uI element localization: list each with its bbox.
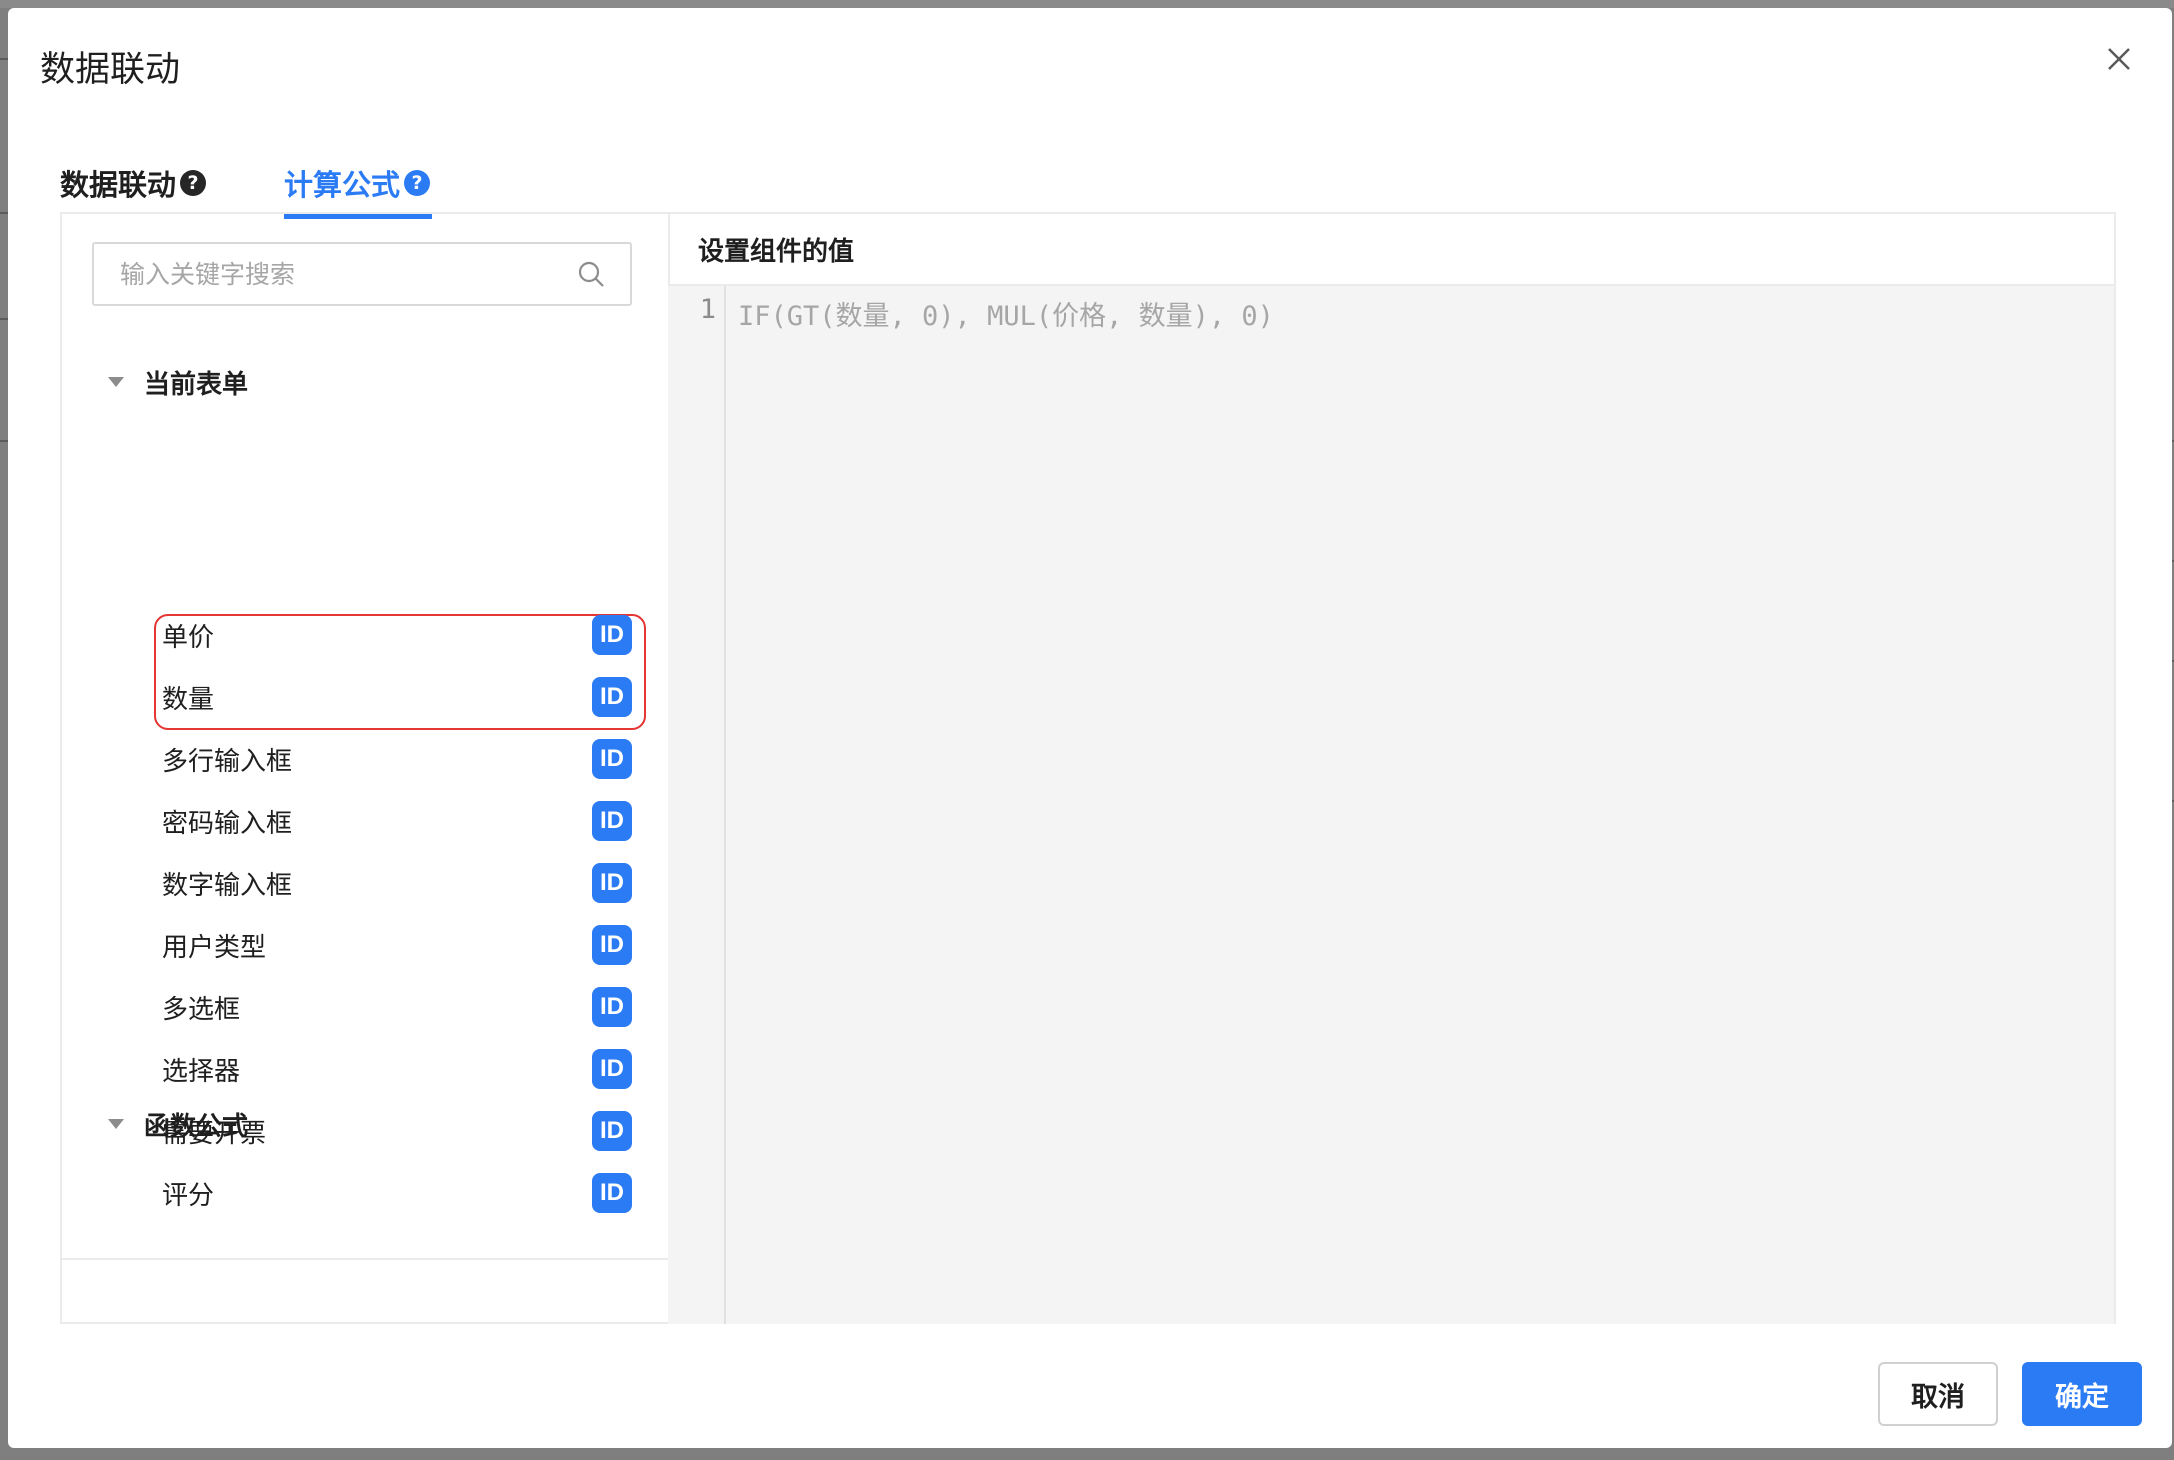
formula-code[interactable]: IF(GT(数量, 0), MUL(价格, 数量), 0)	[738, 294, 1274, 333]
tab-data-linkage[interactable]: 数据联动 ?	[60, 148, 207, 218]
field-item[interactable]: 多选框 ID	[162, 976, 632, 1038]
field-label: 密码输入框	[162, 808, 293, 839]
id-badge[interactable]: ID	[592, 739, 632, 779]
field-label: 多行输入框	[162, 746, 293, 777]
tab-calculation-formula[interactable]: 计算公式 ?	[284, 148, 431, 218]
id-badge[interactable]: ID	[592, 801, 632, 841]
editor-title: 设置组件的值	[668, 214, 2114, 286]
line-number: 1	[699, 294, 716, 325]
formula-panel: 当前表单 单价 ID 数量 ID 多行输入框 ID 密码输入框 ID 数字输入框 ID 用户类型 ID…	[60, 212, 2116, 1324]
id-badge[interactable]: ID	[592, 863, 632, 903]
field-label: 数字输入框	[162, 870, 293, 901]
field-label: 数量	[162, 684, 215, 715]
field-item[interactable]: 多行输入框 ID	[162, 728, 632, 790]
id-badge[interactable]: ID	[592, 987, 632, 1027]
search-input[interactable]	[118, 258, 576, 290]
dialog-title: 数据联动	[40, 50, 181, 90]
data-linkage-dialog: 数据联动 数据联动 ? 计算公式 ? 输入关键字搜索 当前表单 单价 ID 数量…	[8, 8, 2172, 1448]
id-badge[interactable]: ID	[592, 677, 632, 717]
field-item[interactable]: 评分 ID	[162, 1162, 632, 1224]
background-divider	[0, 212, 8, 214]
help-icon[interactable]: ?	[180, 170, 207, 196]
cancel-button[interactable]: 取消	[1878, 1362, 1998, 1426]
id-badge[interactable]: ID	[592, 1111, 632, 1151]
formula-editor-pane: 设置组件的值 1 IF(GT(数量, 0), MUL(价格, 数量), 0)	[668, 214, 2114, 1324]
background-divider	[0, 58, 8, 60]
field-item[interactable]: 密码输入框 ID	[162, 790, 632, 852]
group-current-form[interactable]: 当前表单	[108, 362, 248, 402]
line-gutter: 1	[668, 286, 726, 1324]
close-button[interactable]	[2102, 42, 2136, 76]
confirm-button[interactable]: 确定	[2022, 1362, 2142, 1426]
field-label: 评分	[162, 1180, 215, 1211]
caret-down-icon	[108, 377, 124, 387]
help-icon[interactable]: ?	[404, 170, 431, 196]
background-divider	[0, 318, 8, 320]
search-box	[92, 242, 632, 306]
code-editor[interactable]: 1 IF(GT(数量, 0), MUL(价格, 数量), 0)	[668, 286, 2114, 1324]
group-label: 函数公式	[144, 1111, 249, 1142]
field-label: 用户类型	[162, 932, 267, 963]
tab-bar: 数据联动 ? 计算公式 ?	[60, 148, 2120, 222]
field-item[interactable]: 选择器 ID	[162, 1038, 632, 1100]
tab-label: 数据联动	[60, 168, 177, 202]
id-badge[interactable]: ID	[592, 1049, 632, 1089]
close-icon	[2108, 48, 2130, 70]
field-sidebar: 当前表单 单价 ID 数量 ID 多行输入框 ID 密码输入框 ID 数字输入框 ID 用户类型 ID…	[62, 214, 670, 1322]
field-label: 单价	[162, 622, 215, 653]
field-item[interactable]: 数量 ID	[162, 666, 632, 728]
field-item[interactable]: 用户类型 ID	[162, 914, 632, 976]
background-divider	[0, 440, 8, 442]
divider	[62, 1258, 668, 1260]
id-badge[interactable]: ID	[592, 1173, 632, 1213]
id-badge[interactable]: ID	[592, 925, 632, 965]
id-badge[interactable]: ID	[592, 615, 632, 655]
group-label: 当前表单	[144, 369, 249, 400]
background-page	[0, 0, 2174, 8]
field-label: 多选框	[162, 994, 241, 1025]
search-icon[interactable]	[576, 259, 606, 289]
tab-label: 计算公式	[284, 168, 401, 202]
field-item[interactable]: 数字输入框 ID	[162, 852, 632, 914]
field-label: 选择器	[162, 1056, 241, 1087]
field-item[interactable]: 单价 ID	[162, 604, 632, 666]
caret-down-icon	[108, 1119, 124, 1129]
group-functions[interactable]: 函数公式	[108, 1104, 248, 1144]
